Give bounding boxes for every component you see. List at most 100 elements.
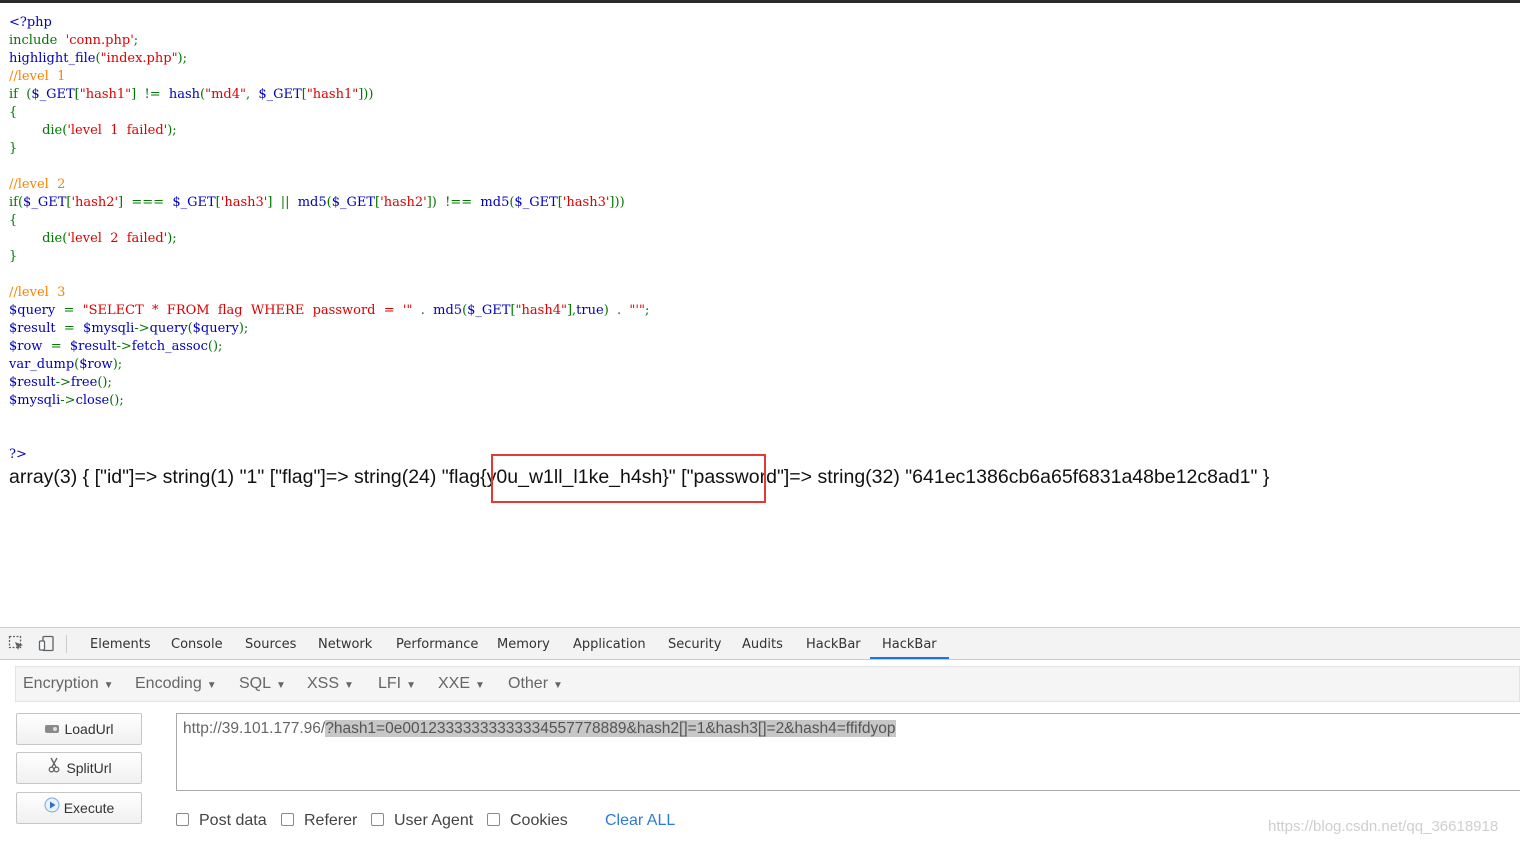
code-token: //level 3 — [9, 285, 66, 300]
code-token: $mysqli — [9, 393, 61, 408]
code-line: include 'conn.php'; — [9, 32, 649, 50]
code-token: "index.php" — [100, 51, 178, 66]
code-token: ] — [267, 195, 281, 210]
code-line: //level 2 — [9, 176, 649, 194]
tab-console[interactable]: Console — [171, 628, 223, 659]
code-line: } — [9, 248, 649, 266]
cookies-checkbox[interactable]: Cookies — [487, 811, 568, 831]
code-line: var_dump($row); — [9, 356, 649, 374]
code-token: (); — [109, 393, 124, 408]
tab-security[interactable]: Security — [668, 628, 721, 659]
tab-application[interactable]: Application — [573, 628, 646, 659]
code-token: } — [9, 141, 18, 156]
code-token: close — [75, 393, 110, 408]
code-token: md5 — [433, 303, 463, 318]
inspect-element-icon[interactable] — [8, 635, 25, 652]
caret-down-icon: ▼ — [206, 680, 217, 691]
code-token: = — [63, 303, 83, 318]
tab-sources[interactable]: Sources — [245, 628, 296, 659]
code-token: //level 1 — [9, 69, 66, 84]
url-textarea[interactable]: http://39.101.177.96/?hash1=0e0012333333… — [176, 713, 1520, 791]
devtools-panel: Elements Console Sources Network Perform… — [0, 627, 1520, 844]
code-token: != — [144, 87, 169, 102]
code-token: hash — [168, 87, 201, 102]
code-token: true — [576, 303, 604, 318]
code-line: $mysqli->close(); — [9, 392, 649, 410]
code-token: ); — [167, 231, 177, 246]
menu-encryption[interactable]: Encryption ▼ — [23, 667, 114, 701]
tab-network[interactable]: Network — [318, 628, 372, 659]
menu-sql[interactable]: SQL ▼ — [239, 667, 286, 701]
menu-other[interactable]: Other ▼ — [508, 667, 563, 701]
code-token: $query — [192, 321, 239, 336]
menu-xxe[interactable]: XXE ▼ — [438, 667, 485, 701]
execute-button[interactable]: Execute — [16, 792, 142, 824]
code-token: query — [149, 321, 188, 336]
code-token: $result — [69, 339, 117, 354]
checkbox-box[interactable] — [371, 813, 384, 826]
code-token: (); — [97, 375, 112, 390]
caret-down-icon: ▼ — [475, 680, 485, 691]
device-toolbar-icon[interactable] — [38, 635, 55, 652]
code-token: highlight_file — [9, 51, 96, 66]
code-token: "hash4" — [515, 303, 567, 318]
clear-all-link[interactable]: Clear ALL — [605, 811, 675, 831]
checkbox-box[interactable] — [281, 813, 294, 826]
code-token: free — [70, 375, 98, 390]
code-token: $mysqli — [83, 321, 135, 336]
flag-highlight-box — [491, 454, 766, 503]
code-token: (); — [207, 339, 223, 354]
tab-memory[interactable]: Memory — [497, 628, 550, 659]
code-line: { — [9, 104, 649, 122]
code-token: 'level 2 failed' — [67, 231, 168, 246]
code-token: 'level 1 failed' — [67, 123, 168, 138]
menu-xss[interactable]: XSS ▼ — [307, 667, 354, 701]
code-token: . — [412, 303, 434, 318]
tab-elements[interactable]: Elements — [90, 628, 151, 659]
code-token: ); — [112, 357, 123, 372]
devtools-tab-bar: Elements Console Sources Network Perform… — [0, 628, 1520, 660]
tab-hackbar-2[interactable]: HackBar — [870, 628, 949, 659]
code-token: ); — [177, 51, 187, 66]
caret-down-icon: ▼ — [406, 680, 417, 691]
post-data-checkbox[interactable]: Post data — [176, 811, 267, 831]
tab-hackbar-1[interactable]: HackBar — [806, 628, 861, 659]
code-token: die — [42, 123, 63, 138]
tab-audits[interactable]: Audits — [742, 628, 783, 659]
code-token: 'conn.php' — [65, 33, 134, 48]
code-token: $result — [9, 375, 56, 390]
load-url-button[interactable]: LoadUrl — [16, 713, 142, 745]
code-line: { — [9, 212, 649, 230]
code-token: $_GET — [31, 87, 75, 102]
code-token: = — [50, 339, 70, 354]
code-token: ); — [238, 321, 249, 336]
menu-encoding[interactable]: Encoding ▼ — [135, 667, 217, 701]
caret-down-icon: ▼ — [276, 680, 286, 691]
url-host: http://39.101.177.96/ — [183, 720, 326, 737]
code-token: if( — [9, 195, 24, 210]
code-token: === — [131, 195, 173, 210]
checkbox-box[interactable] — [487, 813, 500, 826]
code-token: = — [63, 321, 84, 336]
php-source-code: <?php include 'conn.php'; highlight_file("… — [9, 14, 649, 464]
user-agent-checkbox[interactable]: User Agent — [371, 811, 473, 831]
code-token: $row — [9, 339, 51, 354]
tab-separator — [66, 635, 67, 653]
checkbox-box[interactable] — [176, 813, 189, 826]
tab-performance[interactable]: Performance — [396, 628, 478, 659]
code-token: $row — [79, 357, 113, 372]
code-line: $result->free(); — [9, 374, 649, 392]
code-token: md5 — [297, 195, 327, 210]
code-line: $result = $mysqli->query($query); — [9, 320, 649, 338]
menu-lfi[interactable]: LFI ▼ — [378, 667, 416, 701]
code-token: $_GET — [467, 303, 511, 318]
watermark-text: https://blog.csdn.net/qq_36618918 — [1268, 818, 1499, 835]
code-token: "hash1" — [306, 87, 359, 102]
code-line: $query = "SELECT * FROM flag WHERE passw… — [9, 302, 649, 320]
referer-checkbox[interactable]: Referer — [281, 811, 357, 831]
code-line: $row = $result->fetch_assoc(); — [9, 338, 649, 356]
split-url-button[interactable]: SplitUrl — [16, 752, 142, 784]
